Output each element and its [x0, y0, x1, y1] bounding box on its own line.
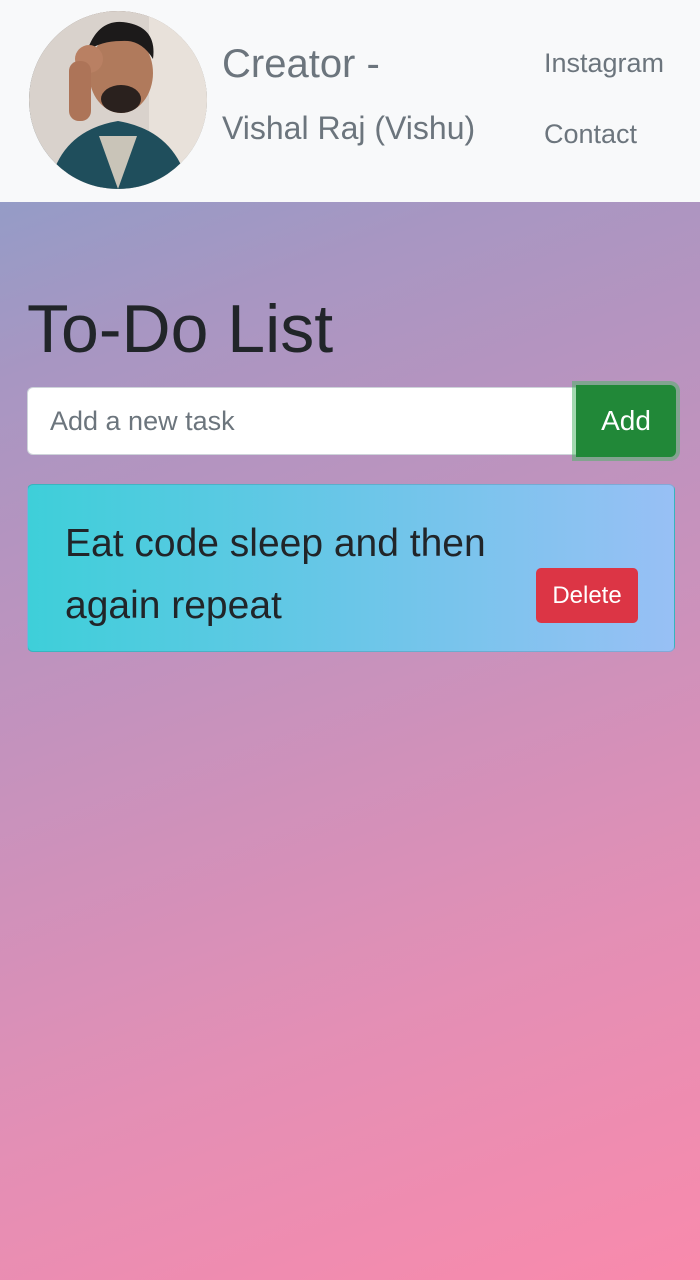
- nav-link-contact[interactable]: Contact: [544, 119, 637, 150]
- creator-name: Vishal Raj (Vishu): [222, 110, 476, 146]
- add-button[interactable]: Add: [576, 385, 676, 457]
- delete-button[interactable]: Delete: [536, 568, 638, 623]
- avatar-photo: [29, 11, 207, 189]
- task-input[interactable]: [27, 387, 579, 455]
- creator-title: Creator -: [222, 42, 380, 86]
- task-item: Eat code sleep and then again repeat Del…: [27, 484, 675, 652]
- navbar: Creator - Vishal Raj (Vishu) Instagram C…: [0, 0, 700, 202]
- page-title: To-Do List: [27, 291, 334, 367]
- creator-avatar: [29, 11, 207, 189]
- nav-link-instagram[interactable]: Instagram: [544, 48, 664, 79]
- task-text: Eat code sleep and then again repeat: [65, 522, 486, 627]
- add-task-form: Add: [27, 385, 676, 457]
